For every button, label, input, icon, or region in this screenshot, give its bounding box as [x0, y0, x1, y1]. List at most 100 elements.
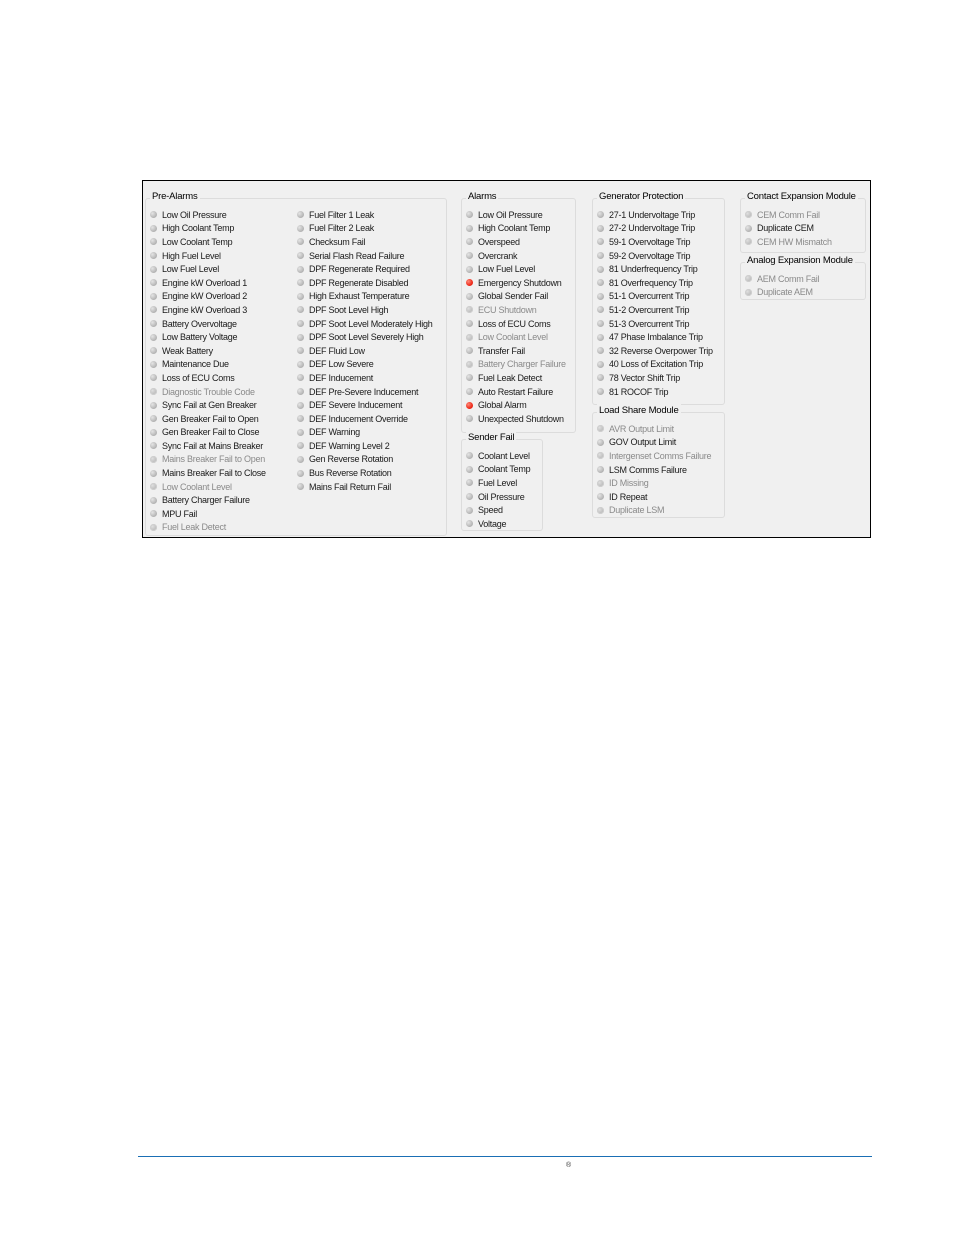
- group-generator-protection: Generator Protection 27-1 Undervoltage T…: [592, 190, 725, 405]
- status-item: Fuel Leak Detect: [466, 371, 566, 385]
- led-off-icon: [597, 388, 604, 396]
- pre-alarms-col-2: Fuel Filter 1 Leak Fuel Filter 2 Leak Chec…: [297, 208, 433, 493]
- status-item: Low Battery Voltage: [150, 330, 266, 344]
- status-item: Low Oil Pressure: [150, 208, 266, 222]
- group-contact-expansion-module: Contact Expansion Module CEM Comm Fail Du…: [740, 190, 866, 253]
- alarm-status-panel: Pre-Alarms Low Oil Pressure High Coolant …: [142, 180, 871, 538]
- led-off-icon: [466, 520, 473, 528]
- status-item: DEF Fluid Low: [297, 344, 433, 358]
- led-off-icon: [150, 374, 157, 382]
- led-off-icon: [150, 388, 157, 396]
- led-off-icon: [597, 425, 604, 433]
- status-item: Engine kW Overload 1: [150, 276, 266, 290]
- status-item: 40 Loss of Excitation Trip: [597, 358, 713, 372]
- status-item-label: 81 Underfrequency Trip: [609, 264, 698, 275]
- led-off-icon: [597, 252, 604, 260]
- led-off-icon: [150, 279, 157, 287]
- led-off-icon: [466, 224, 473, 232]
- status-item: DPF Regenerate Required: [297, 262, 433, 276]
- led-off-icon: [297, 238, 304, 246]
- group-pre-alarms: Pre-Alarms Low Oil Pressure High Coolant …: [145, 190, 447, 536]
- status-item-label: 27-2 Undervoltage Trip: [609, 223, 696, 234]
- led-off-icon: [597, 493, 604, 501]
- status-item-label: Mains Fail Return Fail: [309, 481, 392, 492]
- status-item-label: Low Oil Pressure: [162, 209, 227, 220]
- status-item-label: Voltage: [478, 518, 507, 529]
- status-item: 59-2 Overvoltage Trip: [597, 249, 713, 263]
- status-item-label: Global Alarm: [478, 400, 527, 411]
- status-item-label: Global Sender Fail: [478, 291, 549, 302]
- status-item-label: DPF Soot Level High: [309, 304, 389, 315]
- status-item: Auto Restart Failure: [466, 385, 566, 399]
- status-item: Battery Charger Failure: [466, 358, 566, 372]
- status-item: Coolant Temp: [466, 463, 531, 477]
- status-item-label: Fuel Filter 1 Leak: [309, 209, 375, 220]
- status-item: Battery Overvoltage: [150, 317, 266, 331]
- status-item: DEF Warning: [297, 426, 433, 440]
- group-sender-fail: Sender Fail Coolant Level Coolant Temp Fue…: [461, 431, 543, 531]
- led-off-icon: [745, 275, 752, 283]
- status-item-label: High Fuel Level: [162, 250, 221, 261]
- status-item: ID Missing: [597, 476, 711, 490]
- group-analog-expansion-module: Analog Expansion Module AEM Comm Fail Dup…: [740, 254, 866, 300]
- led-off-icon: [597, 506, 604, 514]
- status-item-label: Bus Reverse Rotation: [309, 468, 392, 479]
- led-off-icon: [466, 252, 473, 260]
- status-item-label: 51-3 Overcurrent Trip: [609, 318, 690, 329]
- status-item-label: DEF Fluid Low: [309, 345, 365, 356]
- led-off-icon: [466, 415, 473, 423]
- led-off-icon: [466, 452, 473, 460]
- status-item: Global Alarm: [466, 398, 566, 412]
- status-item: Low Coolant Level: [466, 330, 566, 344]
- status-item: 27-2 Undervoltage Trip: [597, 222, 713, 236]
- led-off-icon: [745, 224, 752, 232]
- contact-expansion-module-list: CEM Comm Fail Duplicate CEM CEM HW Mismatc…: [745, 208, 832, 249]
- group-title: Pre-Alarms: [150, 190, 200, 204]
- led-off-icon: [150, 333, 157, 341]
- led-off-icon: [150, 442, 157, 450]
- load-share-module-list: AVR Output Limit GOV Output Limit Intergen…: [597, 422, 712, 517]
- led-off-icon: [150, 455, 157, 463]
- status-item: Fuel Level: [466, 476, 530, 490]
- status-item-label: Battery Charger Failure: [162, 495, 250, 506]
- status-item-label: High Coolant Temp: [478, 223, 551, 234]
- led-off-icon: [597, 279, 604, 287]
- status-item-label: ID Repeat: [609, 491, 648, 502]
- led-off-icon: [297, 455, 304, 463]
- status-item: Mains Fail Return Fail: [297, 480, 433, 494]
- led-off-icon: [466, 211, 473, 219]
- status-item: 59-1 Overvoltage Trip: [597, 235, 713, 249]
- status-item-label: Sync Fail at Gen Breaker: [162, 400, 257, 411]
- status-item: 51-2 Overcurrent Trip: [597, 303, 713, 317]
- led-off-icon: [597, 238, 604, 246]
- led-off-icon: [466, 333, 473, 341]
- status-item: DPF Soot Level Moderately High: [297, 317, 433, 331]
- status-item-label: 51-2 Overcurrent Trip: [609, 304, 690, 315]
- led-off-icon: [150, 252, 157, 260]
- led-off-icon: [597, 211, 604, 219]
- status-item: Engine kW Overload 3: [150, 303, 266, 317]
- status-item: Fuel Filter 2 Leak: [297, 222, 433, 236]
- led-off-icon: [150, 211, 157, 219]
- led-off-icon: [466, 306, 473, 314]
- status-item-label: CEM HW Mismatch: [757, 236, 832, 247]
- status-item: Low Coolant Level: [150, 480, 266, 494]
- status-item: LSM Comms Failure: [597, 463, 711, 477]
- led-off-icon: [466, 388, 473, 396]
- status-item: Mains Breaker Fail to Close: [150, 466, 266, 480]
- status-item: DEF Pre-Severe Inducement: [297, 385, 433, 399]
- status-item: Overspeed: [466, 235, 566, 249]
- status-item: Checksum Fail: [297, 235, 433, 249]
- status-item: Emergency Shutdown: [466, 276, 566, 290]
- alarms-list: Low Oil Pressure High Coolant Temp Overspe…: [466, 208, 566, 426]
- status-item: Loss of ECU Coms: [466, 317, 566, 331]
- led-off-icon: [466, 465, 473, 473]
- status-item-label: ECU Shutdown: [478, 304, 537, 315]
- status-item: Coolant Level: [466, 449, 530, 463]
- analog-expansion-module-list: AEM Comm Fail Duplicate AEM: [745, 272, 820, 299]
- led-off-icon: [297, 360, 304, 368]
- led-off-icon: [150, 496, 157, 504]
- status-item: DEF Severe Inducement: [297, 398, 433, 412]
- status-item: Overcrank: [466, 249, 566, 263]
- led-off-icon: [150, 224, 157, 232]
